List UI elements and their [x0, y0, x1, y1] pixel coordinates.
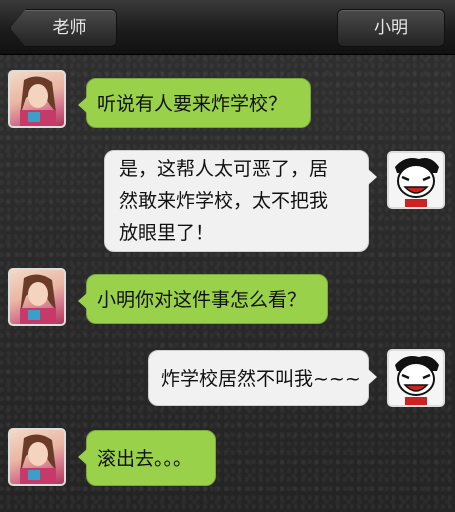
- message-text: 炸学校居然不叫我~~~: [161, 368, 361, 390]
- message-bubble-left[interactable]: 小明你对这件事怎么看？: [78, 274, 328, 324]
- message-bubble-left[interactable]: 听说有人要来炸学校？: [78, 78, 311, 128]
- message-bubble-left[interactable]: 滚出去。。。: [78, 430, 216, 486]
- message-text-line: 是，这帮人太可恶了，居: [119, 158, 329, 180]
- message-text-line: 然敢来炸学校，太不把我: [119, 190, 329, 212]
- message-text: 听说有人要来炸学校？: [97, 93, 288, 115]
- girl-avatar-icon: [20, 76, 56, 126]
- message-text: 滚出去。。。: [97, 448, 193, 470]
- navigation-bar: 老师 小明: [0, 0, 455, 55]
- teacher-avatar-icon[interactable]: [8, 268, 66, 326]
- teacher-avatar-icon[interactable]: [8, 70, 66, 128]
- message-bubble-right[interactable]: 是，这帮人太可恶了，居 然敢来炸学校，太不把我 放眼里了！: [104, 150, 377, 252]
- girl-avatar-icon: [20, 274, 56, 324]
- xiaoming-avatar-icon[interactable]: [387, 349, 445, 407]
- girl-avatar-icon: [20, 434, 56, 484]
- message-bubble-right[interactable]: 炸学校居然不叫我~~~: [148, 350, 377, 406]
- cartoon-boy-avatar-icon: [389, 351, 443, 405]
- message-text-line: 放眼里了！: [119, 222, 215, 244]
- xiaoming-avatar-icon[interactable]: [387, 151, 445, 209]
- back-button[interactable]: 老师: [10, 9, 117, 47]
- back-button-label: 老师: [52, 18, 87, 38]
- contact-button[interactable]: 小明: [337, 9, 445, 47]
- message-text: 小明你对这件事怎么看？: [97, 289, 307, 311]
- teacher-avatar-icon[interactable]: [8, 428, 66, 486]
- cartoon-boy-avatar-icon: [389, 153, 443, 207]
